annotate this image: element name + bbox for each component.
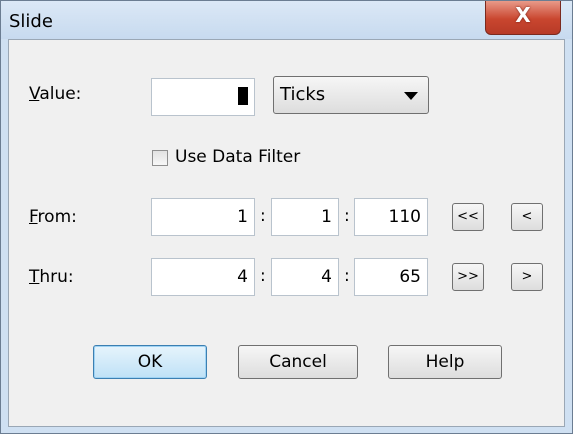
title-bar: Slide X [1,1,572,39]
close-button[interactable]: X [485,1,561,35]
slide-dialog: Slide X Value: Ticks Use Data Filter Fro… [0,0,573,434]
go-to-start-button[interactable]: << [452,203,484,231]
unit-select-value: Ticks [280,84,326,105]
value-label: Value: [29,84,82,104]
thru-label: Thru: [29,267,74,287]
from-colon-1: : [260,206,266,226]
thru-bars-field[interactable]: 4 [151,258,255,296]
thru-beats-field[interactable]: 4 [271,258,339,296]
thru-colon-1: : [260,266,266,286]
use-data-filter-label: Use Data Filter [175,147,301,167]
cancel-button[interactable]: Cancel [238,345,358,379]
chevron-down-icon [404,92,418,100]
from-bars-field[interactable]: 1 [151,198,255,236]
from-beats-field[interactable]: 1 [271,198,339,236]
value-label-rest: alue: [39,84,82,104]
step-back-button[interactable]: < [511,203,543,231]
from-ticks-field[interactable]: 110 [354,198,428,236]
from-label: From: [29,207,77,227]
use-data-filter-checkbox[interactable] [152,150,168,166]
ok-button[interactable]: OK [93,345,207,379]
step-forward-button[interactable]: > [511,263,543,291]
from-colon-2: : [344,206,350,226]
close-icon: X [515,3,531,27]
value-input[interactable] [151,78,255,116]
go-to-end-button[interactable]: >> [452,263,484,291]
window-title: Slide [9,11,53,32]
thru-ticks-field[interactable]: 65 [354,258,428,296]
thru-colon-2: : [344,266,350,286]
dialog-body: Value: Ticks Use Data Filter From: 1 : 1… [8,39,565,427]
unit-select[interactable]: Ticks [273,76,429,114]
help-button[interactable]: Help [388,345,502,379]
value-text-selected [238,86,248,105]
